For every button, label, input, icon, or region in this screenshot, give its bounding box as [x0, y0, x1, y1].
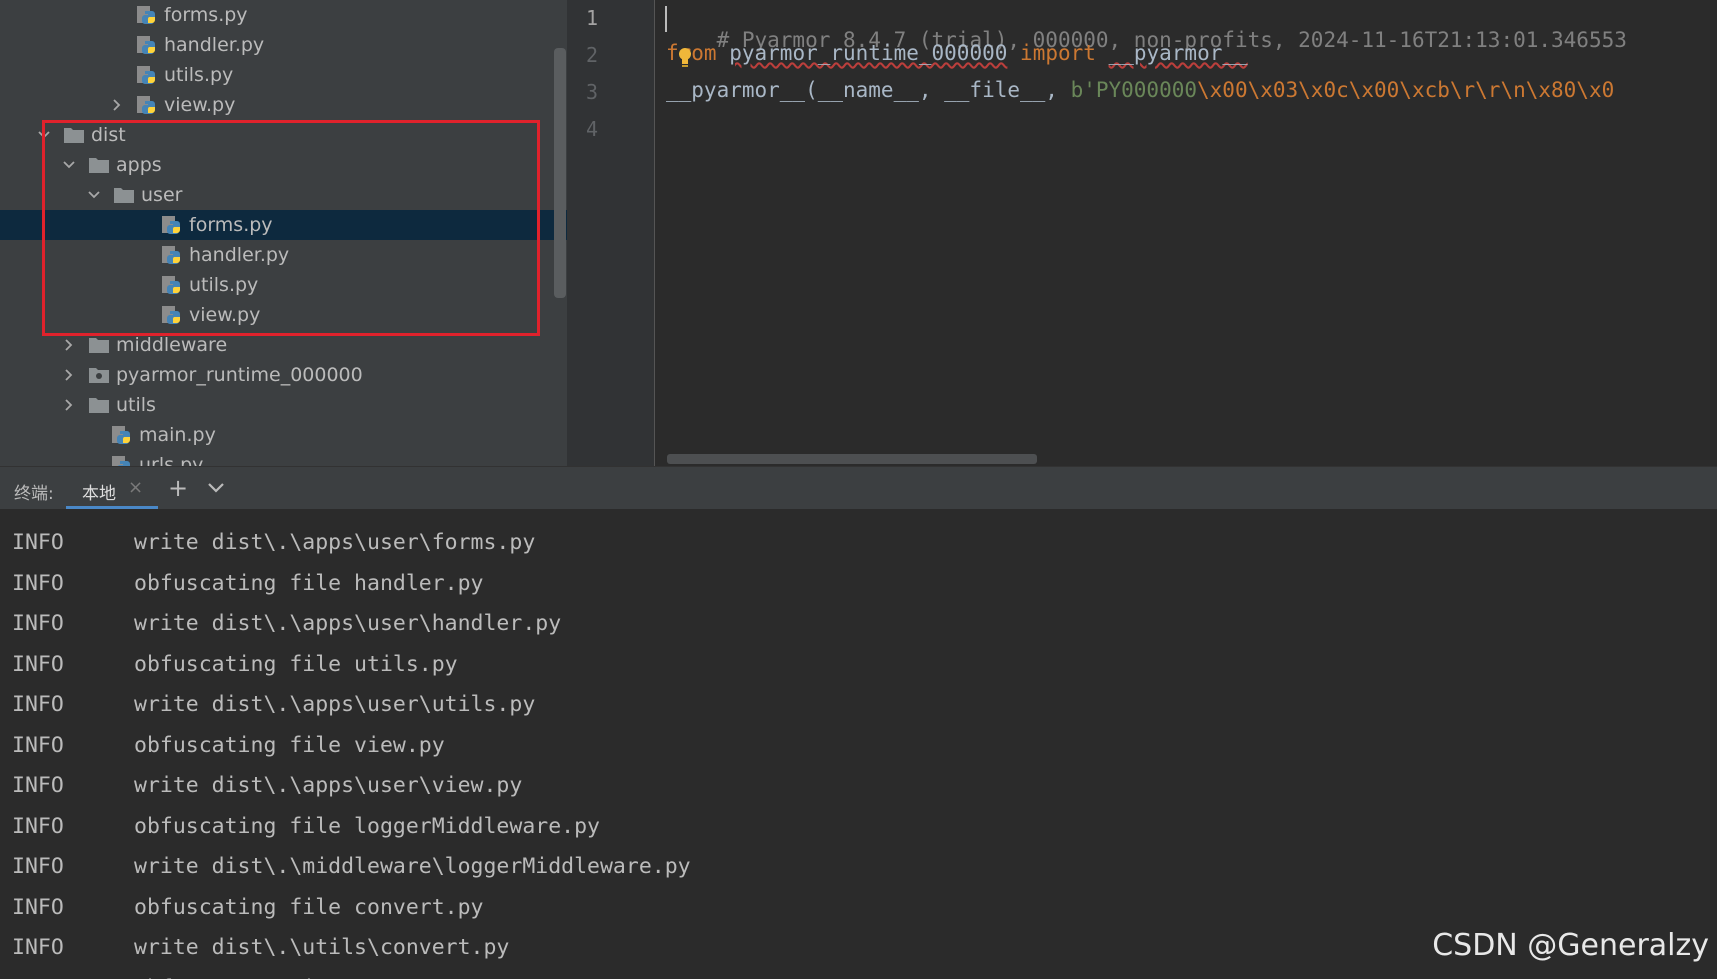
editor-gutter: 1 2 3 4 [567, 0, 655, 466]
terminal-line: INFO write dist\.\apps\user\handler.py [12, 611, 561, 636]
log-level: INFO [12, 530, 64, 555]
line-number: 4 [585, 117, 599, 141]
log-level: INFO [12, 935, 64, 960]
chevron-right-icon[interactable] [110, 98, 124, 112]
text-caret [665, 6, 667, 32]
log-level: INFO [12, 570, 64, 596]
bytes-literal: b'PY000000 [1070, 78, 1198, 102]
watermark: CSDN @Generalzy [1432, 928, 1709, 963]
folder-icon [88, 395, 110, 415]
terminal-line: INFO obfuscating file view.py [12, 732, 445, 758]
terminal-line: INFO obfuscating file utils.py [12, 651, 458, 677]
tree-item-label: pyarmor_runtime_000000 [116, 364, 363, 386]
log-message: write dist\.\apps\user\handler.py [134, 611, 562, 636]
tree-item-file[interactable]: view.py [0, 90, 567, 120]
tree-item-file[interactable]: handler.py [0, 30, 567, 60]
tree-item-label: main.py [139, 424, 216, 446]
tree-scrollbar[interactable] [554, 48, 566, 298]
tree-item-label: view.py [164, 94, 236, 116]
terminal-line: INFO obfuscating file handler.py [12, 570, 484, 596]
log-message: obfuscating file view.py [134, 732, 445, 758]
tree-item-label: forms.py [164, 4, 248, 26]
log-level: INFO [12, 732, 64, 758]
tree-item-label: utils.py [164, 64, 234, 86]
log-message: write dist\.\apps\user\forms.py [134, 530, 536, 555]
log-message: obfuscating file loggerMiddleware.py [134, 813, 600, 839]
code-editor[interactable]: # Pyarmor 8.4.7 (trial), 000000, non-pro… [655, 0, 1717, 466]
code-line-1[interactable]: # Pyarmor 8.4.7 (trial), 000000, non-pro… [666, 4, 1627, 76]
tree-item-label: middleware [116, 334, 228, 356]
terminal-line: INFO write dist\.\apps\user\forms.py [12, 530, 535, 555]
log-message: obfuscate scripts OK [134, 976, 393, 979]
module-name: pyarmor_runtime_000000 [729, 41, 1008, 65]
log-level: INFO [12, 692, 64, 717]
python-file-icon [111, 455, 133, 466]
project-tree[interactable]: forms.py handler.py utils.py view.py dist app… [0, 0, 567, 466]
editor-horizontal-scrollbar[interactable] [667, 454, 1037, 464]
code-line-3[interactable]: __pyarmor__(__name__, __file__, b'PY0000… [666, 78, 1614, 102]
terminal-title: 终端: [14, 484, 54, 504]
terminal-line: INFO obfuscate scripts OK [12, 976, 393, 979]
log-level: INFO [12, 894, 64, 920]
log-level: INFO [12, 854, 64, 879]
terminal-line: INFO write dist\.\utils\convert.py [12, 935, 509, 960]
chevron-right-icon[interactable] [62, 338, 76, 352]
close-icon[interactable]: × [128, 477, 143, 498]
python-file-icon [136, 5, 158, 25]
python-file-icon [136, 65, 158, 85]
highlight-annotation-box [42, 120, 540, 336]
terminal-line: INFO write dist\.\apps\user\utils.py [12, 692, 535, 717]
chevron-right-icon[interactable] [62, 398, 76, 412]
tab-local-label: 本地 [82, 484, 116, 504]
chevron-right-icon[interactable] [62, 368, 76, 382]
python-file-icon [136, 95, 158, 115]
log-message: write dist\.\apps\user\view.py [134, 773, 523, 798]
imported-name: __pyarmor__ [1108, 41, 1248, 65]
tree-item-file[interactable]: urls.py [0, 450, 567, 466]
tree-item-label: handler.py [164, 34, 265, 56]
tree-item-label: urls.py [139, 454, 204, 466]
package-folder-icon [88, 365, 110, 385]
log-message: obfuscating file convert.py [134, 894, 484, 920]
python-file-icon [136, 35, 158, 55]
terminal-line: INFO write dist\.\middleware\loggerMiddle… [12, 854, 691, 879]
tree-item-folder[interactable]: utils [0, 390, 567, 420]
log-level: INFO [12, 773, 64, 798]
terminal-line: INFO obfuscating file loggerMiddleware.py [12, 813, 600, 839]
terminal-line: INFO write dist\.\apps\user\view.py [12, 773, 522, 798]
log-message: write dist\.\middleware\loggerMiddleware… [134, 854, 691, 879]
log-level: INFO [12, 611, 64, 636]
tree-item-file[interactable]: main.py [0, 420, 567, 450]
lightbulb-icon[interactable] [677, 47, 693, 69]
tab-local[interactable]: 本地 × [66, 467, 158, 509]
tree-item-file[interactable]: forms.py [0, 0, 567, 30]
tree-item-file[interactable]: utils.py [0, 60, 567, 90]
log-message: obfuscating file utils.py [134, 651, 458, 677]
add-tab-button[interactable]: + [168, 476, 188, 500]
line-number: 1 [585, 6, 599, 30]
log-message: write dist\.\apps\user\utils.py [134, 692, 536, 717]
line-number: 3 [585, 80, 599, 104]
tree-item-label: utils [116, 394, 156, 416]
escape-sequences: \x00\x03\x0c\x00\xcb\r\r\n\x80\x0 [1197, 78, 1615, 102]
log-level: INFO [12, 813, 64, 839]
terminal-line: INFO obfuscating file convert.py [12, 894, 484, 920]
call-prefix: __pyarmor__(__name__, __file__, [666, 78, 1071, 102]
chevron-down-icon[interactable] [206, 481, 226, 495]
line-number: 2 [585, 43, 599, 67]
terminal-output[interactable]: INFO write dist\.\apps\user\forms.py INFO o… [0, 510, 1717, 979]
log-level: INFO [12, 976, 64, 979]
keyword-import: import [1020, 41, 1096, 65]
tree-item-folder[interactable]: pyarmor_runtime_000000 [0, 360, 567, 390]
log-level: INFO [12, 651, 64, 677]
code-line-2[interactable]: from pyarmor_runtime_000000 import __pya… [666, 41, 1248, 65]
folder-icon [88, 335, 110, 355]
log-message: obfuscating file handler.py [134, 570, 484, 596]
terminal-toolbar: 终端: 本地 × + [0, 466, 1717, 510]
log-message: write dist\.\utils\convert.py [134, 935, 510, 960]
python-file-icon [111, 425, 133, 445]
